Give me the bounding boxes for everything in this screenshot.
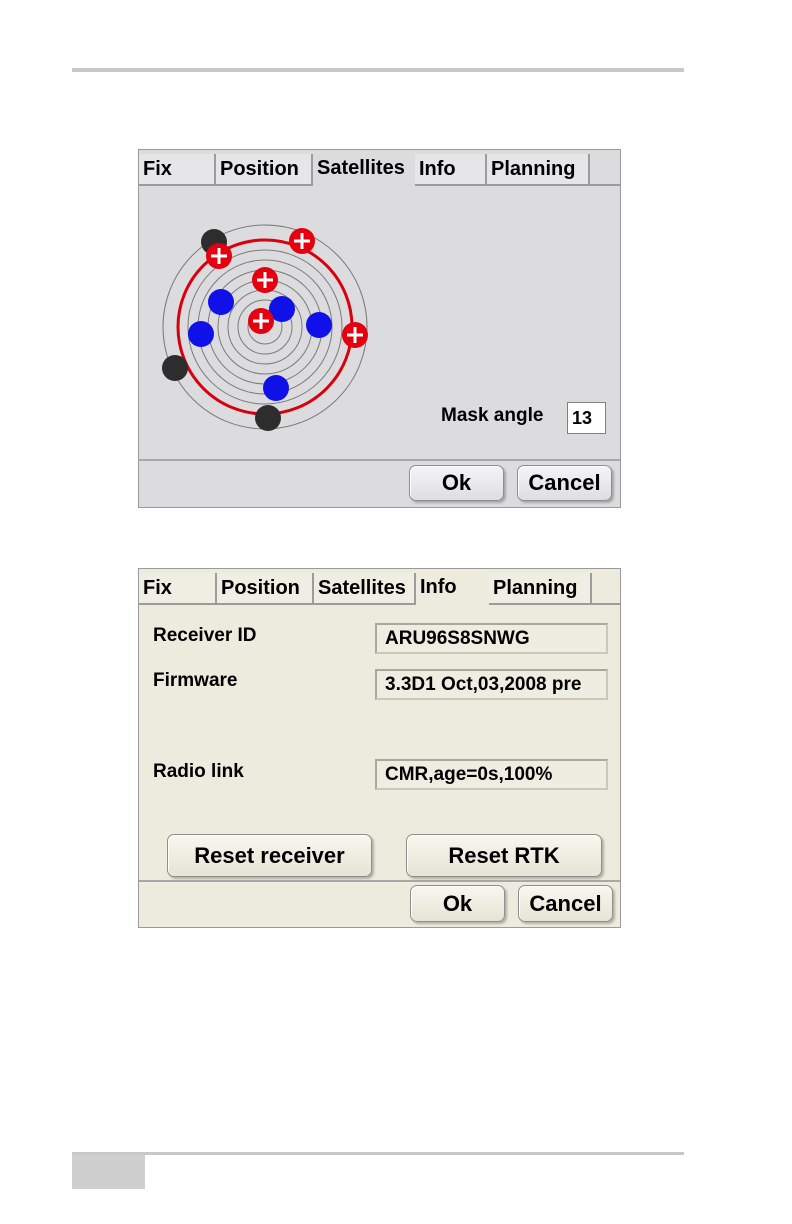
tab-info[interactable]: Info <box>416 569 489 604</box>
satellite-used <box>289 228 315 254</box>
satellite-used <box>248 308 274 334</box>
satellite-tracked <box>188 321 214 347</box>
ok-button[interactable]: Ok <box>410 885 505 922</box>
reset-rtk-button[interactable]: Reset RTK <box>406 834 602 877</box>
firmware-label: Firmware <box>153 670 238 691</box>
satellite-used <box>342 322 368 348</box>
satellite-used <box>252 267 278 293</box>
footer-rule <box>72 1152 684 1155</box>
satellite-tracked <box>263 375 289 401</box>
tab-planning[interactable]: Planning <box>489 573 592 604</box>
mask-angle-input[interactable] <box>567 402 606 434</box>
satellite-used <box>206 243 232 269</box>
satellite-below-mask <box>255 405 281 431</box>
satellite-tracked <box>208 289 234 315</box>
tab-fix[interactable]: Fix <box>139 573 217 604</box>
info-dialog: Fix Position Satellites Info Planning Re… <box>138 568 621 928</box>
cancel-button[interactable]: Cancel <box>518 885 613 922</box>
radio-link-label: Radio link <box>153 761 244 782</box>
satellite-tracked <box>306 312 332 338</box>
page-number-tab <box>72 1155 145 1189</box>
tab-baseline <box>139 603 416 605</box>
satellites-dialog: Fix Position Satellites Info Planning Ma… <box>138 149 621 508</box>
button-divider <box>139 880 620 882</box>
tab-bar: Fix Position Satellites Info Planning <box>139 569 620 605</box>
firmware-value: 3.3D1 Oct,03,2008 pre <box>375 669 608 700</box>
sky-plot <box>162 224 368 431</box>
ok-button[interactable]: Ok <box>409 465 504 501</box>
radio-link-value: CMR,age=0s,100% <box>375 759 608 790</box>
cancel-button[interactable]: Cancel <box>517 465 612 501</box>
tab-baseline <box>489 603 620 605</box>
tab-position[interactable]: Position <box>217 573 314 604</box>
header-rule <box>72 68 684 72</box>
tab-satellites[interactable]: Satellites <box>314 573 416 604</box>
mask-angle-label: Mask angle <box>441 405 544 426</box>
reset-receiver-button[interactable]: Reset receiver <box>167 834 372 877</box>
receiver-id-label: Receiver ID <box>153 625 257 646</box>
button-divider <box>139 459 620 461</box>
receiver-id-value: ARU96S8SNWG <box>375 623 608 654</box>
satellite-below-mask <box>162 355 188 381</box>
